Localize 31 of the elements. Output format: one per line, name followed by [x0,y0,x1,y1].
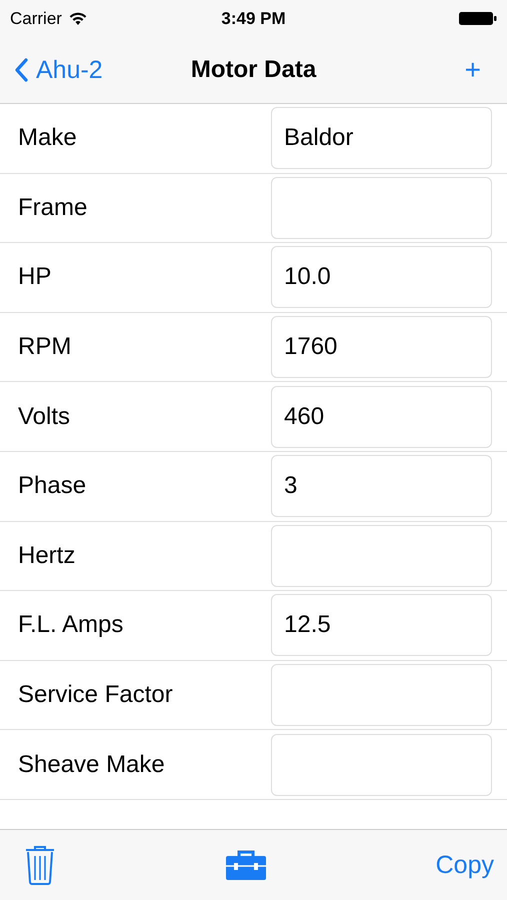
add-button[interactable]: + [450,54,495,86]
copy-button[interactable]: Copy [436,850,494,880]
input-field[interactable]: 460 [271,386,492,448]
chevron-icon [14,58,28,82]
input-field[interactable]: Baldor [271,107,492,170]
field-label: Service Factor [18,681,173,710]
wifi-icon [68,11,88,26]
back-button[interactable]: Ahu-2 [12,52,105,88]
input-field[interactable]: 1760 [271,316,492,378]
field-label: Make [18,124,77,152]
field-label: Frame [18,194,88,222]
input-field[interactable] [271,176,492,239]
input-field[interactable]: 12.5 [271,594,492,656]
input-field[interactable] [271,524,492,587]
field-label: Sheave Make [18,750,165,779]
battery-icon [459,11,497,26]
screen-title: Motor Data [190,56,316,84]
input-field[interactable] [271,664,492,726]
toolbox-icon[interactable] [224,849,267,881]
field-label: Volts [18,402,70,431]
field-label: RPM [18,333,72,362]
clock-time: 3:49 PM [221,8,286,28]
input-field[interactable]: 10.0 [271,246,492,308]
trash-icon[interactable] [24,845,56,885]
field-label: HP [18,263,52,292]
field-label: Hertz [18,542,76,570]
field-label: F.L. Amps [18,611,124,640]
input-field[interactable] [271,734,492,796]
carrier-name: Carrier [10,8,62,28]
field-label: Phase [18,472,86,500]
input-field[interactable]: 3 [271,455,492,518]
